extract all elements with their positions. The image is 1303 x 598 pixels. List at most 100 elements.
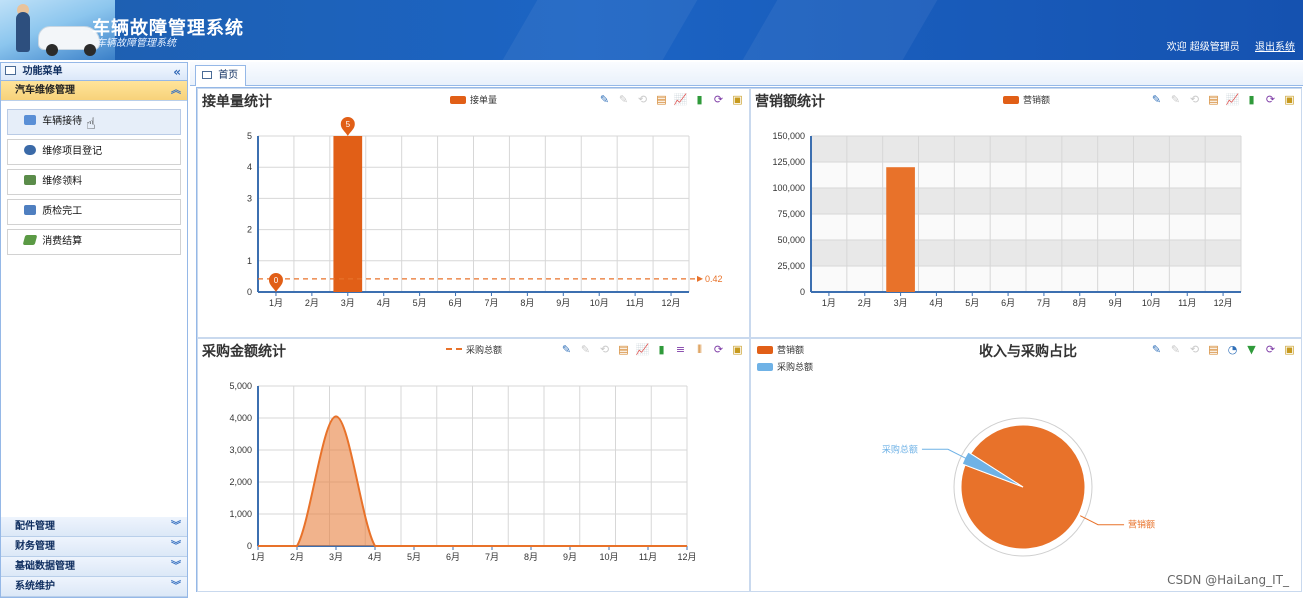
orders-chart-panel: 接单量统计 接单量 ✎ ✎ ⟲ ▤ 📈 ▮ ⟳ ▣ 0 1 2 3 4 5 1月 2月 3月 4月 5月 6月 7月 8月 9月… [197, 88, 750, 338]
x-tick-label: 8月 [520, 298, 534, 308]
watermark: CSDN @HaiLang_IT_ [1167, 573, 1289, 587]
menu-item-settlement[interactable]: 消费结算 [7, 229, 181, 255]
mark-line-arrow [697, 275, 703, 282]
x-tick-label: 10月 [590, 298, 609, 308]
x-tick-label: 3月 [341, 298, 355, 308]
menu-item-repair-registration[interactable]: 维修项目登记 [7, 139, 181, 165]
pie-slice-label: 采购总额 [882, 443, 918, 454]
y-tick-label: 0 [800, 287, 805, 297]
pie-slice-label: 营销额 [1128, 519, 1155, 530]
tab-home[interactable]: 首页 [195, 65, 247, 86]
y-tick-label: 75,000 [777, 209, 805, 219]
menu-item-label: 维修项目登记 [42, 146, 103, 157]
y-tick-label: 100,000 [772, 183, 805, 193]
bar [886, 167, 915, 292]
pie-leader-line [1079, 515, 1125, 526]
x-tick-label: 4月 [377, 298, 391, 308]
y-tick-label: 125,000 [772, 157, 805, 167]
x-tick-label: 12月 [677, 552, 696, 562]
parts-icon [24, 175, 36, 185]
y-tick-label: 4 [247, 162, 252, 172]
car-icon [24, 145, 36, 155]
x-tick-label: 6月 [449, 298, 463, 308]
menu-item-quality-check[interactable]: 质检完工 [7, 199, 181, 225]
x-tick-label: 9月 [1109, 298, 1123, 308]
x-tick-label: 4月 [929, 298, 943, 308]
y-tick-label: 4,000 [229, 413, 252, 423]
section-parts[interactable]: 配件管理 ︾ [1, 517, 187, 537]
dashboard: 接单量统计 接单量 ✎ ✎ ⟲ ▤ 📈 ▮ ⟳ ▣ 0 1 2 3 4 5 1月 2月 3月 4月 5月 6月 7月 8月 9月… [196, 87, 1302, 592]
y-tick-label: 2 [247, 225, 252, 235]
mark-point-label: 5 [346, 120, 351, 129]
x-tick-label: 7月 [1037, 298, 1051, 308]
y-tick-label: 2,000 [229, 477, 252, 487]
chevron-down-icon: ︾ [171, 541, 181, 552]
section-finance[interactable]: 财务管理 ︾ [1, 537, 187, 557]
app-header: 车辆故障管理系统 车辆故障管理系统 欢迎 超级管理员 退出系统 [0, 0, 1303, 60]
section-system[interactable]: 系统维护 ︾ [1, 577, 187, 597]
logout-link[interactable]: 退出系统 [1255, 42, 1295, 53]
menu-item-parts-requisition[interactable]: 维修领料 [7, 169, 181, 195]
section-label: 系统维护 [15, 581, 55, 592]
x-tick-label: 8月 [1073, 298, 1087, 308]
y-tick-label: 1,000 [229, 509, 252, 519]
bar [333, 136, 363, 292]
hand-cursor-icon: ☝ [86, 114, 96, 133]
menu-list: 车辆接待 ☝ 维修项目登记 维修领料 质检完工 消费结算 [1, 101, 187, 506]
x-tick-label: 1月 [251, 552, 265, 562]
x-tick-label: 7月 [484, 298, 498, 308]
y-tick-label: 0 [247, 287, 252, 297]
x-tick-label: 5月 [965, 298, 979, 308]
checklist-icon [24, 205, 36, 215]
section-label: 配件管理 [15, 521, 55, 532]
sales-chart-panel: 营销额统计 营销额 ✎ ✎ ⟲ ▤ 📈 ▮ ⟳ ▣ 0 25,000 50,000 75,000 100,0… [750, 88, 1302, 338]
menu-item-label: 消费结算 [42, 236, 83, 247]
menu-item-label: 维修领料 [42, 176, 83, 187]
y-tick-label: 0 [247, 541, 252, 551]
x-tick-label: 6月 [446, 552, 460, 562]
mark-line-label: 0.42 [705, 274, 723, 284]
y-tick-label: 5,000 [229, 381, 252, 391]
x-tick-label: 6月 [1001, 298, 1015, 308]
tab-bar: 首页 [190, 62, 1303, 86]
x-tick-label: 3月 [329, 552, 343, 562]
x-tick-label: 1月 [269, 298, 283, 308]
x-tick-label: 12月 [662, 298, 681, 308]
y-tick-label: 25,000 [777, 261, 805, 271]
y-tick-label: 3 [247, 193, 252, 203]
chevron-down-icon: ︾ [171, 581, 181, 592]
section-base-data[interactable]: 基础数据管理 ︾ [1, 557, 187, 577]
menu-item-vehicle-reception[interactable]: 车辆接待 ☝ [7, 109, 181, 135]
x-tick-label: 1月 [822, 298, 836, 308]
x-tick-label: 9月 [556, 298, 570, 308]
x-tick-label: 5月 [413, 298, 427, 308]
y-tick-label: 3,000 [229, 445, 252, 455]
chart-plot: 0 1,000 2,000 3,000 4,000 5,000 1月 2月 3月 4月 5月 6月 7月… [229, 381, 696, 562]
reception-icon [24, 115, 36, 125]
sidebar-header: 功能菜单 « [1, 63, 187, 81]
section-label: 基础数据管理 [15, 561, 75, 572]
user-area: 欢迎 超级管理员 退出系统 [1167, 38, 1295, 53]
x-tick-label: 5月 [407, 552, 421, 562]
x-tick-label: 2月 [290, 552, 304, 562]
section-label: 汽车维修管理 [15, 85, 75, 96]
sidebar-title: 功能菜单 [22, 66, 63, 77]
x-tick-label: 8月 [524, 552, 538, 562]
sidebar-sections: 配件管理 ︾ 财务管理 ︾ 基础数据管理 ︾ 系统维护 ︾ [1, 517, 187, 597]
chevron-down-icon: ︾ [171, 521, 181, 532]
section-label: 财务管理 [15, 541, 55, 552]
x-tick-label: 2月 [305, 298, 319, 308]
chart-plot: 营销额 采购总额 [882, 417, 1155, 557]
sidebar: 功能菜单 « 汽车维修管理 ︽ 车辆接待 ☝ 维修项目登记 维修领料 质检完工 … [0, 62, 188, 598]
collapse-sidebar-icon[interactable]: « [173, 63, 181, 81]
y-tick-label: 50,000 [777, 235, 805, 245]
section-car-repair[interactable]: 汽车维修管理 ︽ [1, 81, 187, 101]
y-tick-label: 5 [247, 131, 252, 141]
x-tick-label: 11月 [1178, 298, 1196, 308]
x-tick-label: 9月 [563, 552, 577, 562]
x-tick-label: 2月 [858, 298, 872, 308]
x-tick-label: 3月 [894, 298, 908, 308]
welcome-text: 欢迎 超级管理员 [1166, 42, 1240, 53]
chart-plot: 0 1 2 3 4 5 1月 2月 3月 4月 5月 6月 7月 8月 9月 10月 11月 12月 0.42 5 0 [247, 117, 723, 308]
header-decoration [742, 0, 938, 60]
